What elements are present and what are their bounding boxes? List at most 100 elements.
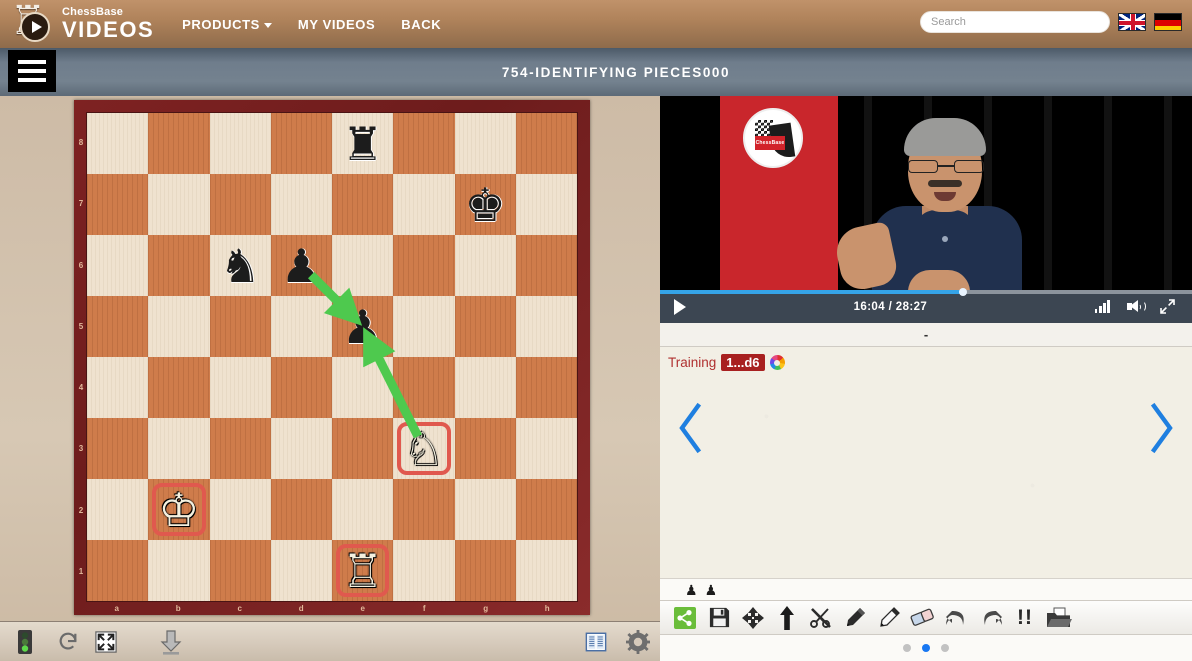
board-square-a1[interactable]	[87, 540, 148, 601]
board-square-e8[interactable]: ♜	[332, 113, 393, 174]
piece-black-rook[interactable]: ♜	[342, 121, 383, 167]
board-square-h6[interactable]	[516, 235, 577, 296]
board-square-d2[interactable]	[271, 479, 332, 540]
board-square-g6[interactable]	[455, 235, 516, 296]
volume-icon[interactable]	[1127, 300, 1143, 313]
board-square-d4[interactable]	[271, 357, 332, 418]
folder-icon[interactable]	[1042, 601, 1076, 635]
next-position-button[interactable]	[1148, 402, 1176, 454]
board-square-a2[interactable]	[87, 479, 148, 540]
board-square-b2[interactable]: ♔	[148, 479, 209, 540]
board-square-f1[interactable]	[393, 540, 454, 601]
piece-black-knight[interactable]: ♞	[220, 243, 261, 289]
board-square-f7[interactable]	[393, 174, 454, 235]
training-move-badge[interactable]: 1...d6	[721, 354, 764, 371]
board-square-b4[interactable]	[148, 357, 209, 418]
download-icon[interactable]	[126, 628, 216, 656]
board-square-g1[interactable]	[455, 540, 516, 601]
board-square-g7[interactable]: ♚	[455, 174, 516, 235]
piece-black-pawn[interactable]: ♟	[281, 243, 322, 289]
play-button[interactable]	[674, 299, 686, 315]
cut-disabled-icon[interactable]	[804, 601, 838, 635]
board-square-h1[interactable]	[516, 540, 577, 601]
board-square-h5[interactable]	[516, 296, 577, 357]
board-square-f3[interactable]: ♘	[393, 418, 454, 479]
board-square-c7[interactable]	[210, 174, 271, 235]
gear-icon[interactable]	[616, 630, 660, 654]
traffic-light-icon[interactable]	[0, 629, 50, 655]
board-square-a3[interactable]	[87, 418, 148, 479]
book-icon[interactable]	[576, 631, 616, 653]
board-square-b8[interactable]	[148, 113, 209, 174]
board-square-g3[interactable]	[455, 418, 516, 479]
board-square-c8[interactable]	[210, 113, 271, 174]
nav-item-products[interactable]: PRODUCTS	[182, 17, 272, 32]
board-square-g8[interactable]	[455, 113, 516, 174]
pen-dark-icon[interactable]	[838, 601, 872, 635]
board-square-d7[interactable]	[271, 174, 332, 235]
pagination-dot[interactable]	[941, 644, 949, 652]
board-square-b1[interactable]	[148, 540, 209, 601]
board-square-e7[interactable]	[332, 174, 393, 235]
board-square-b3[interactable]	[148, 418, 209, 479]
board-square-e3[interactable]	[332, 418, 393, 479]
save-icon[interactable]	[702, 601, 736, 635]
prev-position-button[interactable]	[676, 402, 704, 454]
eraser-icon[interactable]	[906, 601, 940, 635]
share-icon[interactable]	[668, 601, 702, 635]
board-grid[interactable]: ♜♚♞♟♟♘♔♖	[86, 112, 578, 602]
board-square-d6[interactable]: ♟	[271, 235, 332, 296]
germany-flag-icon[interactable]	[1154, 13, 1182, 31]
board-square-c3[interactable]	[210, 418, 271, 479]
board-square-g4[interactable]	[455, 357, 516, 418]
flip-board-icon[interactable]	[50, 631, 86, 653]
double-exclam-icon[interactable]: !!	[1008, 601, 1042, 635]
fullscreen-icon[interactable]	[86, 631, 126, 653]
board-square-c5[interactable]	[210, 296, 271, 357]
board-square-e1[interactable]: ♖	[332, 540, 393, 601]
move-arrows-icon[interactable]	[736, 601, 770, 635]
board-square-f4[interactable]	[393, 357, 454, 418]
fullscreen-icon[interactable]	[1160, 299, 1175, 314]
board-square-g2[interactable]	[455, 479, 516, 540]
board-square-a5[interactable]	[87, 296, 148, 357]
board-square-d5[interactable]	[271, 296, 332, 357]
board-square-h7[interactable]	[516, 174, 577, 235]
board-square-d1[interactable]	[271, 540, 332, 601]
board-square-f6[interactable]	[393, 235, 454, 296]
board-square-d3[interactable]	[271, 418, 332, 479]
search-input[interactable]	[920, 11, 1110, 33]
nav-item-my-videos[interactable]: MY VIDEOS	[298, 17, 375, 32]
board-square-b5[interactable]	[148, 296, 209, 357]
piece-black-king[interactable]: ♚	[465, 182, 506, 228]
board-square-c2[interactable]	[210, 479, 271, 540]
chess-board[interactable]: 8 7 6 5 4 3 2 1 a b c d e f g h ♜♚♞♟♟♘♔♖	[74, 100, 590, 615]
board-square-e4[interactable]	[332, 357, 393, 418]
redo-icon[interactable]	[974, 601, 1008, 635]
board-square-c4[interactable]	[210, 357, 271, 418]
board-square-f8[interactable]	[393, 113, 454, 174]
notation-area[interactable]: Training 1...d6	[660, 347, 1192, 578]
color-wheel-icon[interactable]	[770, 355, 785, 370]
board-square-f2[interactable]	[393, 479, 454, 540]
board-square-h4[interactable]	[516, 357, 577, 418]
board-square-c1[interactable]	[210, 540, 271, 601]
nav-item-back[interactable]: BACK	[401, 17, 441, 32]
brand-logo[interactable]: ♖ ChessBase VIDEOS	[8, 2, 154, 46]
pagination-dot[interactable]	[903, 644, 911, 652]
board-square-a8[interactable]	[87, 113, 148, 174]
board-square-h2[interactable]	[516, 479, 577, 540]
board-square-b7[interactable]	[148, 174, 209, 235]
board-square-e2[interactable]	[332, 479, 393, 540]
board-square-c6[interactable]: ♞	[210, 235, 271, 296]
board-square-b6[interactable]	[148, 235, 209, 296]
board-square-h8[interactable]	[516, 113, 577, 174]
board-square-e5[interactable]: ♟	[332, 296, 393, 357]
quality-icon[interactable]	[1095, 301, 1110, 313]
video-player[interactable]: ChessBase	[660, 96, 1192, 290]
hamburger-menu-icon[interactable]	[8, 50, 56, 92]
pagination-dot-active[interactable]	[922, 644, 930, 652]
uk-flag-icon[interactable]	[1118, 13, 1146, 31]
pen-light-icon[interactable]	[872, 601, 906, 635]
board-square-d8[interactable]	[271, 113, 332, 174]
